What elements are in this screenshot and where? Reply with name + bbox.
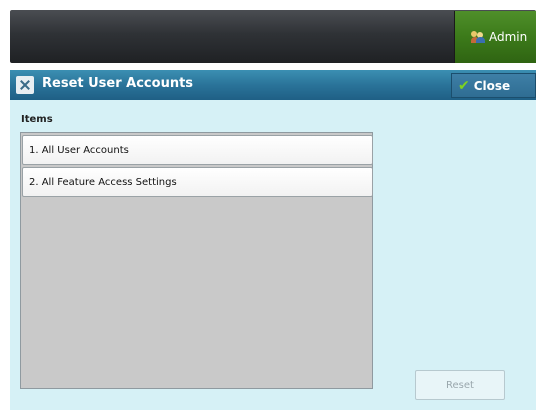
items-heading: Items	[21, 114, 53, 125]
list-item-label: 1. All User Accounts	[29, 144, 129, 156]
list-item-all-user-accounts[interactable]: 1. All User Accounts	[22, 135, 373, 165]
admin-button[interactable]: Admin	[454, 11, 536, 63]
list-item-all-feature-access-settings[interactable]: 2. All Feature Access Settings	[22, 167, 373, 197]
reset-button[interactable]: Reset	[415, 370, 505, 400]
items-list: 1. All User Accounts 2. All Feature Acce…	[20, 132, 373, 389]
reset-user-accounts-dialog: Reset User Accounts ✔ Close Items 1. All…	[10, 70, 536, 410]
tools-icon	[16, 76, 34, 94]
check-icon: ✔	[458, 77, 470, 94]
admin-users-icon	[471, 31, 485, 43]
close-button[interactable]: ✔ Close	[451, 73, 536, 98]
close-label: Close	[473, 78, 511, 93]
status-bar: Admin	[10, 10, 536, 63]
dialog-title-bar: Reset User Accounts ✔ Close	[10, 70, 536, 100]
list-item-label: 2. All Feature Access Settings	[29, 176, 177, 188]
reset-label: Reset	[446, 379, 474, 391]
admin-label: Admin	[489, 30, 528, 44]
dialog-title: Reset User Accounts	[42, 76, 194, 91]
